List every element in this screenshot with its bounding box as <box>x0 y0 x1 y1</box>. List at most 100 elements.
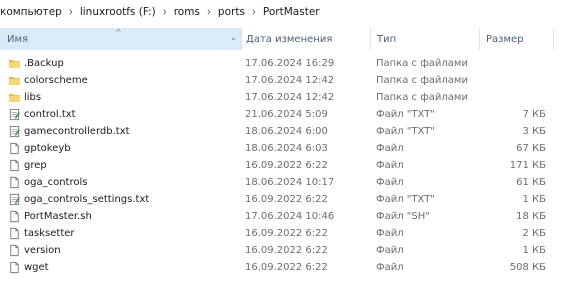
file-size: 18 КБ <box>516 211 546 222</box>
file-row[interactable]: wget 16.09.2022 6:22 Файл 508 КБ <box>0 259 575 276</box>
column-header-date-label: Дата изменения <box>246 33 333 45</box>
file-type: Папка с файлами <box>376 58 468 69</box>
file-date-modified: 16.09.2022 6:22 <box>245 194 328 205</box>
file-row[interactable]: gamecontrollerdb.txt 18.06.2024 6:00 Файл … <box>0 123 575 140</box>
file-row[interactable]: grep 16.09.2022 6:22 Файл 171 КБ <box>0 157 575 174</box>
text-file-icon <box>8 125 21 138</box>
file-row[interactable]: PortMaster.sh 17.06.2024 10:46 Файл "SH" 18… <box>0 208 575 225</box>
file-name[interactable]: grep <box>24 157 47 174</box>
breadcrumb-item-roms[interactable]: roms <box>174 6 200 18</box>
chevron-down-icon[interactable]: ⌄ <box>230 33 237 42</box>
file-size: 1 КБ <box>522 245 546 256</box>
file-date-modified: 17.06.2024 10:46 <box>245 211 335 222</box>
file-name[interactable]: control.txt <box>24 106 76 123</box>
file-row[interactable]: oga_controls 18.06.2024 10:17 Файл 61 КБ <box>0 174 575 191</box>
file-name[interactable]: oga_controls_settings.txt <box>24 191 149 208</box>
file-type: Файл <box>376 262 404 273</box>
sort-ascending-icon: ^ <box>115 28 122 37</box>
file-icon <box>8 176 21 189</box>
text-file-icon <box>8 108 21 121</box>
column-header-type-label: Тип <box>377 33 397 45</box>
column-header-size-label: Размер <box>486 33 524 45</box>
breadcrumb-item-portmaster[interactable]: PortMaster <box>263 6 320 18</box>
file-name[interactable]: wget <box>24 259 49 276</box>
file-size: 3 КБ <box>522 126 546 137</box>
breadcrumb: компьютер › linuxrootfs (F:) › roms › po… <box>0 0 575 24</box>
column-header-name-label: Имя <box>7 33 29 45</box>
file-date-modified: 16.09.2022 6:22 <box>245 228 328 239</box>
column-header-type[interactable]: Тип <box>370 28 479 50</box>
file-date-modified: 21.06.2024 5:09 <box>245 109 328 120</box>
file-date-modified: 17.06.2024 16:29 <box>245 58 335 69</box>
file-size <box>479 89 546 106</box>
file-row[interactable]: control.txt 21.06.2024 5:09 Файл "TXT" 7 КБ <box>0 106 575 123</box>
file-date-modified: 18.06.2024 10:17 <box>245 177 335 188</box>
file-name[interactable]: gamecontrollerdb.txt <box>24 123 130 140</box>
column-header-date[interactable]: Дата изменения <box>241 28 370 50</box>
file-icon <box>8 244 21 257</box>
file-name[interactable]: gptokeyb <box>24 140 71 157</box>
folder-icon <box>8 74 21 87</box>
file-date-modified: 16.09.2022 6:22 <box>245 160 328 171</box>
file-type: Файл <box>376 228 404 239</box>
file-size: 1 КБ <box>522 194 546 205</box>
file-date-modified: 18.06.2024 6:03 <box>245 143 328 154</box>
file-date-modified: 17.06.2024 12:42 <box>245 92 335 103</box>
file-name[interactable]: tasksetter <box>24 225 75 242</box>
file-type: Файл "SH" <box>376 211 430 222</box>
file-size <box>479 55 546 72</box>
file-size: 2 КБ <box>522 228 546 239</box>
file-size: 67 КБ <box>516 143 546 154</box>
breadcrumb-item-drive[interactable]: linuxrootfs (F:) <box>80 6 156 18</box>
file-size: 171 КБ <box>509 160 546 171</box>
file-name[interactable]: .Backup <box>24 55 64 72</box>
file-type: Файл <box>376 177 404 188</box>
file-type: Файл "TXT" <box>376 109 435 120</box>
file-date-modified: 16.09.2022 6:22 <box>245 245 328 256</box>
column-header-name[interactable]: ^ Имя ⌄ <box>0 28 241 50</box>
file-row[interactable]: tasksetter 16.09.2022 6:22 Файл 2 КБ <box>0 225 575 242</box>
chevron-right-icon[interactable]: › <box>69 5 73 18</box>
file-size: 7 КБ <box>522 109 546 120</box>
file-date-modified: 18.06.2024 6:00 <box>245 126 328 137</box>
file-icon <box>8 142 21 155</box>
column-header-row: ^ Имя ⌄ Дата изменения Тип Размер <box>0 28 575 50</box>
breadcrumb-item-ports[interactable]: ports <box>218 6 245 18</box>
text-file-icon <box>8 193 21 206</box>
column-header-size[interactable]: Размер <box>479 28 554 50</box>
chevron-right-icon[interactable]: › <box>163 5 167 18</box>
file-type: Файл <box>376 160 404 171</box>
file-name[interactable]: oga_controls <box>24 174 87 191</box>
file-date-modified: 17.06.2024 12:42 <box>245 75 335 86</box>
file-name[interactable]: colorscheme <box>24 72 88 89</box>
folder-icon <box>8 91 21 104</box>
file-icon <box>8 159 21 172</box>
file-type: Файл "TXT" <box>376 194 435 205</box>
file-row[interactable]: gptokeyb 18.06.2024 6:03 Файл 67 КБ <box>0 140 575 157</box>
file-row[interactable]: libs 17.06.2024 12:42 Папка с файлами <box>0 89 575 106</box>
file-icon <box>8 227 21 240</box>
file-name[interactable]: version <box>24 242 61 259</box>
file-row[interactable]: .Backup 17.06.2024 16:29 Папка с файлами <box>0 55 575 72</box>
file-type: Файл <box>376 245 404 256</box>
chevron-right-icon[interactable]: › <box>207 5 211 18</box>
breadcrumb-item-computer[interactable]: компьютер <box>0 6 62 18</box>
file-type: Файл "TXT" <box>376 126 435 137</box>
file-icon <box>8 210 21 223</box>
file-row[interactable]: oga_controls_settings.txt 16.09.2022 6:22… <box>0 191 575 208</box>
file-name[interactable]: libs <box>24 89 41 106</box>
file-type: Папка с файлами <box>376 92 468 103</box>
file-size: 61 КБ <box>516 177 546 188</box>
file-type: Папка с файлами <box>376 75 468 86</box>
file-size: 508 КБ <box>509 262 546 273</box>
file-icon <box>8 261 21 274</box>
folder-icon <box>8 57 21 70</box>
file-list: .Backup 17.06.2024 16:29 Папка с файлами co… <box>0 55 575 276</box>
file-name[interactable]: PortMaster.sh <box>24 208 92 225</box>
chevron-right-icon[interactable]: › <box>252 5 256 18</box>
file-type: Файл <box>376 143 404 154</box>
file-row[interactable]: colorscheme 17.06.2024 12:42 Папка с файла… <box>0 72 575 89</box>
file-row[interactable]: version 16.09.2022 6:22 Файл 1 КБ <box>0 242 575 259</box>
file-date-modified: 16.09.2022 6:22 <box>245 262 328 273</box>
file-size <box>479 72 546 89</box>
